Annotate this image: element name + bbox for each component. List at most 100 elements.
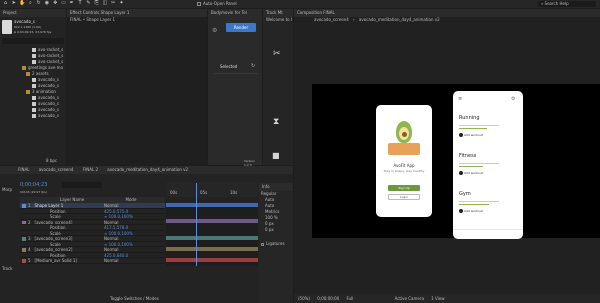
section-title: Gym [459, 191, 471, 197]
project-thumb-duration: Δ 0;00;09;15, 23.976 fps [14, 30, 52, 34]
timeline-tab[interactable]: FINAL [18, 167, 29, 172]
camera-icon[interactable]: ◉ [43, 0, 50, 7]
tracker-subtitle: Welcome to I [266, 17, 293, 22]
bodymovin-list [214, 73, 258, 155]
comp-tab[interactable]: avocado_screen4 [314, 17, 349, 22]
layer-name-header[interactable]: Layer Name [60, 197, 84, 202]
composition-tab[interactable]: Composition FINAL [294, 9, 600, 17]
app-title: AvoFit App [393, 163, 415, 168]
auto-open-checkbox[interactable]: Auto-Open Panel [197, 0, 237, 8]
side-menu-label[interactable]: Track [2, 266, 12, 271]
bodymovin-tab[interactable]: Bodymovin for Tel [208, 9, 262, 17]
section-title: Running [459, 115, 480, 121]
layer-bar[interactable] [166, 203, 258, 207]
section-gym: Gym Add workout [459, 191, 519, 221]
bottom-nav [453, 229, 523, 230]
timeline-tab[interactable]: FINAL 2 [83, 167, 98, 172]
label-color-swatch [22, 204, 26, 208]
project-thumb-name: avocado_s [14, 19, 35, 24]
settings-icon[interactable]: ⚙ [511, 96, 515, 102]
timeline-tab[interactable]: avocado_meditation_day4_animation v2 [107, 167, 188, 172]
add-workout-button[interactable]: Add workout [459, 209, 519, 213]
home-icon[interactable]: ⌂ [2, 0, 9, 7]
tracker-tab[interactable]: Track Mt [263, 9, 293, 17]
hourglass-icon[interactable]: ⧗ [273, 117, 279, 127]
camera-select[interactable]: Active Camera [395, 296, 424, 301]
layer-bar[interactable] [166, 247, 258, 251]
comp-tab[interactable]: avocado_meditation_day4_animation v2 [359, 17, 440, 22]
project-thumb-size: 622 x 1280 (1.00) [14, 25, 42, 29]
project-tab[interactable]: Project [0, 9, 66, 17]
list-item[interactable]: avocado_s [2, 113, 64, 119]
mode-header[interactable]: Mode [126, 197, 137, 202]
roto-icon[interactable]: ✂ [110, 0, 117, 7]
bodymovin-gear-icon[interactable]: ⚙ [212, 27, 217, 34]
label-color-swatch [22, 248, 26, 252]
puppet-icon[interactable]: ✦ [118, 0, 125, 7]
login-button[interactable]: Login [388, 194, 420, 200]
add-workout-button[interactable]: Add workout [459, 133, 519, 137]
type-icon[interactable]: T [77, 0, 84, 7]
composition-tabs: avocado_screen4 › avocado_meditation_day… [314, 17, 440, 22]
time-ruler[interactable]: 00s 05s 10s [166, 182, 258, 197]
selection-icon[interactable]: ➤ [10, 0, 17, 7]
menu-icon[interactable]: ≡ [458, 96, 462, 102]
effect-controls-tab[interactable]: Effect Controls Shape Layer 1 [67, 9, 207, 17]
quality-select[interactable]: Full [346, 296, 353, 301]
comp-timecode[interactable]: 0;00;00;00 [317, 296, 339, 301]
track-area [166, 183, 258, 266]
scissors-icon[interactable]: ✂ [273, 49, 281, 59]
pan-behind-icon[interactable]: ✥ [52, 0, 59, 7]
brush-icon[interactable]: ✎ [85, 0, 92, 7]
timeline-tab[interactable]: avocado_screen4 [39, 167, 74, 172]
char-field[interactable]: 0 px [259, 227, 293, 233]
bodymovin-panel: Bodymovin for Tel ⚙ Render Selected ↻ Ve… [208, 9, 262, 167]
layer-bar[interactable] [166, 258, 258, 262]
ruler-tick: 05s [200, 190, 208, 195]
pen-icon[interactable]: ✒ [68, 0, 75, 7]
layer-bar[interactable] [166, 236, 258, 240]
add-workout-button[interactable]: Add workout [459, 171, 519, 175]
view-select[interactable]: 1 View [431, 296, 444, 301]
ligatures-checkbox[interactable]: Ligatures [259, 241, 293, 247]
label-color-swatch [22, 259, 26, 263]
timecode[interactable]: 0;00;04;23 [20, 182, 47, 188]
toggle-switches-label[interactable]: Toggle Switches / Modes [110, 296, 159, 301]
zoom-level[interactable]: (50%) [298, 296, 310, 301]
info-tab[interactable]: Info [259, 183, 293, 191]
label-color-swatch [22, 220, 26, 225]
video-icon[interactable]: ■ [272, 151, 280, 160]
playhead[interactable] [196, 183, 197, 266]
zoom-icon[interactable]: ⌕ [27, 0, 34, 7]
layer-bar[interactable] [166, 219, 258, 223]
character-panel: Info Regular Auto Auto Metrics 100 % 0 p… [259, 183, 293, 303]
side-menu-label[interactable]: Morp [2, 187, 12, 192]
project-list: avo-racket_s avo-racket_s avo-racket_s g… [2, 47, 64, 119]
table-row[interactable]: 5 [Medium_avr Solid 1] Normal [20, 258, 165, 264]
tool-icons: ⌂ ➤ ✋ ⌕ ↻ ◉ ✥ ▭ ✒ T ✎ ⎘ ◫ ✂ ✦ [2, 0, 125, 8]
refresh-icon[interactable]: ↻ [251, 63, 255, 69]
project-thumbnail [2, 20, 12, 34]
clone-icon[interactable]: ⎘ [93, 0, 100, 7]
top-toolbar: ⌂ ➤ ✋ ⌕ ↻ ◉ ✥ ▭ ✒ T ✎ ⎘ ◫ ✂ ✦ Auto-Open … [0, 0, 600, 8]
search-help-placeholder: Search Help [544, 1, 569, 6]
tracker-panel: Track Mt Welcome to I ✂ ⧗ ■ [263, 9, 293, 165]
selected-label: Selected [220, 64, 238, 69]
render-button[interactable]: Render [226, 23, 256, 32]
signup-button[interactable]: Sign Up [388, 185, 420, 191]
project-panel: Project avocado_s 622 x 1280 (1.00) Δ 0;… [0, 9, 66, 165]
rotate-icon[interactable]: ↻ [35, 0, 42, 7]
hand-icon[interactable]: ✋ [19, 0, 26, 7]
search-help-field[interactable]: ⌕ Search Help [538, 1, 596, 7]
avocado-illustration [384, 121, 424, 157]
section-running: Running Add workout [459, 115, 519, 145]
timeline-search-input[interactable] [62, 182, 102, 188]
project-search-input[interactable] [2, 38, 64, 44]
eraser-icon[interactable]: ◫ [101, 0, 108, 7]
auto-open-label: Auto-Open Panel [203, 1, 237, 6]
label-color-swatch [22, 237, 26, 241]
bpc-label[interactable]: 8 bpc [46, 158, 57, 163]
app-screen-right: ≡ ⚙ Running Add workout Fitness Add work… [453, 91, 523, 239]
ruler-tick: 00s [170, 190, 178, 195]
rectangle-icon[interactable]: ▭ [60, 0, 67, 7]
